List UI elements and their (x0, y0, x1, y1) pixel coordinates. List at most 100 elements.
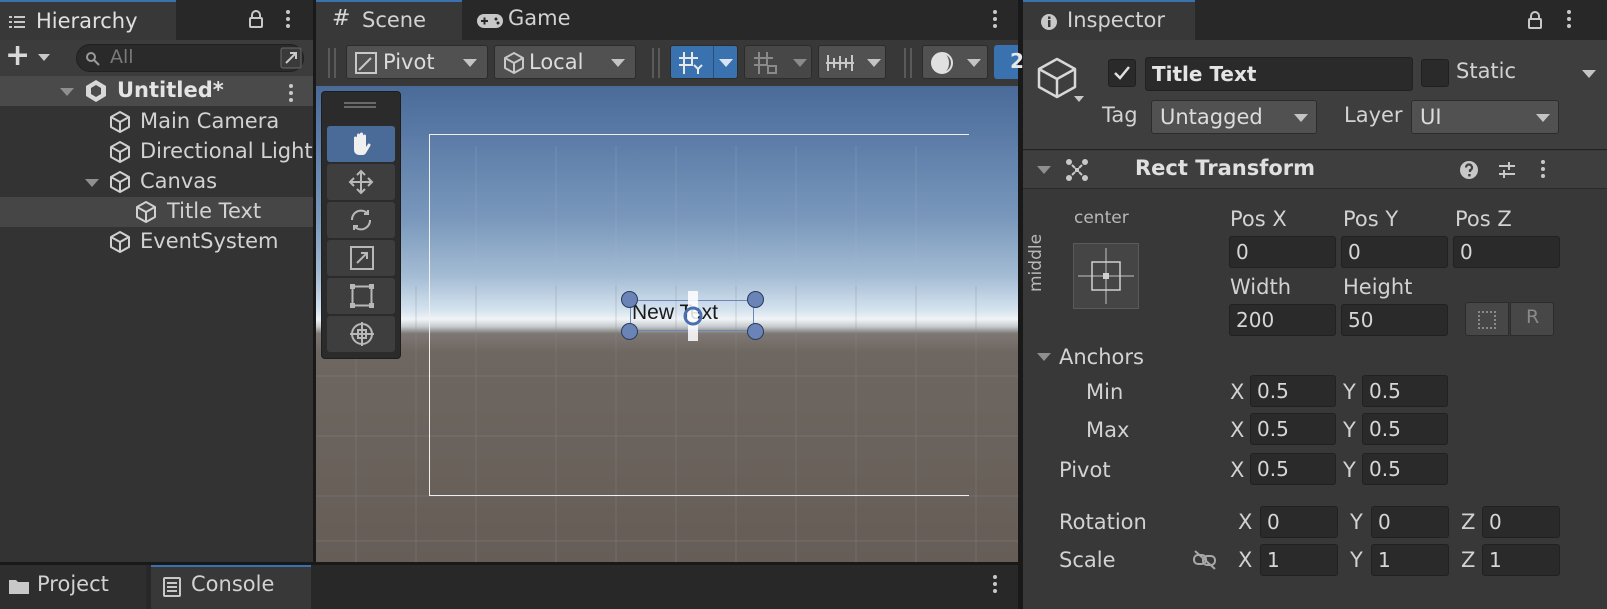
icon-dropdown-arrow-icon[interactable] (1074, 96, 1084, 102)
space-dropdown[interactable]: Local (494, 45, 636, 79)
tab-project[interactable]: Project (0, 565, 146, 609)
pivot-icon (355, 52, 377, 74)
transform-tool-button[interactable] (327, 316, 395, 352)
object-name-input[interactable]: Title Text (1145, 57, 1413, 91)
anchors-foldout-icon[interactable] (1037, 353, 1051, 361)
lock-icon[interactable] (1527, 10, 1543, 30)
chevron-down-icon[interactable] (867, 59, 881, 67)
pivot-handle-icon[interactable] (682, 291, 704, 341)
pos-z-input[interactable]: 0 (1453, 236, 1560, 268)
rect-tool-button[interactable] (327, 278, 395, 314)
ruler-snap-toggle[interactable] (818, 45, 886, 79)
anchor-min-x-input[interactable]: 0.5 (1250, 375, 1336, 407)
hierarchy-menu-icon[interactable] (286, 10, 290, 31)
tab-console[interactable]: Console (151, 565, 311, 609)
component-foldout-icon[interactable] (1037, 166, 1051, 174)
height-input[interactable]: 50 (1341, 304, 1448, 336)
gameobject-icon (108, 230, 132, 254)
blueprint-mode-button[interactable] (1465, 302, 1509, 336)
scene-row[interactable]: Untitled* (0, 76, 313, 106)
pivot-label: Pivot (1059, 458, 1111, 482)
canvas-foldout-icon[interactable] (85, 179, 99, 187)
rotation-x-value: 0 (1267, 510, 1280, 534)
hierarchy-item-label: Canvas (140, 169, 218, 193)
constrain-proportions-icon[interactable] (1192, 550, 1218, 570)
hierarchy-tab[interactable]: Hierarchy (0, 0, 176, 40)
chevron-down-icon[interactable] (793, 59, 807, 67)
scale-x-input[interactable]: 1 (1260, 544, 1338, 576)
resize-handle[interactable] (747, 323, 764, 340)
scene-viewport[interactable]: New Text (316, 86, 1018, 562)
rotation-y-input[interactable]: 0 (1371, 506, 1449, 538)
tab-scene[interactable]: # Scene (316, 0, 462, 40)
rotation-z-input[interactable]: 0 (1482, 506, 1560, 538)
pos-x-input[interactable]: 0 (1229, 236, 1336, 268)
add-dropdown-arrow-icon[interactable] (38, 54, 50, 61)
raw-edit-button[interactable]: R (1510, 302, 1554, 336)
layer-label: Layer (1344, 103, 1403, 127)
scale-z-input[interactable]: 1 (1482, 544, 1560, 576)
resize-handle[interactable] (747, 291, 764, 308)
bottom-panel-menu-icon[interactable] (993, 575, 997, 596)
scene-menu-icon[interactable] (289, 84, 293, 105)
palette-grip-icon[interactable] (344, 102, 376, 108)
gameobject-large-icon (1035, 56, 1079, 100)
hand-icon (349, 131, 373, 157)
space-dropdown-label: Local (529, 50, 584, 74)
scene-panel-menu-icon[interactable] (993, 10, 997, 31)
add-object-button[interactable]: + (5, 38, 30, 73)
width-value: 200 (1236, 308, 1275, 332)
hierarchy-item-main-camera[interactable]: Main Camera (0, 107, 313, 137)
pivot-dropdown[interactable]: Pivot (346, 45, 488, 79)
scale-tool-button[interactable] (327, 240, 395, 276)
static-dropdown-arrow-icon[interactable] (1582, 70, 1596, 78)
tab-game[interactable]: Game (464, 0, 604, 40)
pivot-dropdown-label: Pivot (383, 50, 435, 74)
static-checkbox[interactable] (1421, 59, 1449, 87)
anchor-min-y-input[interactable]: 0.5 (1362, 375, 1448, 407)
resize-handle[interactable] (621, 323, 638, 340)
scale-z-value: 1 (1489, 548, 1502, 572)
chevron-down-icon[interactable] (719, 59, 733, 67)
tab-project-label: Project (37, 572, 109, 596)
presets-icon[interactable] (1497, 160, 1517, 180)
inspector-tab[interactable]: Inspector (1023, 0, 1195, 40)
hierarchy-item-directional-light[interactable]: Directional Light (0, 137, 313, 167)
scene-foldout-icon[interactable] (60, 88, 74, 96)
help-icon[interactable] (1459, 160, 1479, 180)
draw-mode-dropdown[interactable] (922, 45, 988, 79)
rotation-x-input[interactable]: 0 (1260, 506, 1338, 538)
inspector-menu-icon[interactable] (1567, 10, 1571, 31)
hand-tool-button[interactable] (327, 126, 395, 162)
search-input[interactable]: All (76, 44, 304, 72)
anchor-min-label: Min (1086, 380, 1124, 404)
hierarchy-item-eventsystem[interactable]: EventSystem (0, 227, 313, 257)
anchor-preset-button[interactable] (1073, 243, 1139, 309)
move-tool-button[interactable] (327, 164, 395, 200)
height-label: Height (1343, 275, 1413, 299)
tag-dropdown[interactable]: Untagged (1151, 100, 1317, 134)
pos-y-input[interactable]: 0 (1341, 236, 1448, 268)
pivot-x-input[interactable]: 0.5 (1250, 453, 1336, 485)
resize-handle[interactable] (621, 291, 638, 308)
anchor-max-x-input[interactable]: 0.5 (1250, 413, 1336, 445)
component-menu-icon[interactable] (1541, 160, 1545, 181)
increment-snap-toggle[interactable] (744, 45, 812, 79)
rotate-tool-button[interactable] (327, 202, 395, 238)
pos-x-label: Pos X (1230, 207, 1287, 231)
hierarchy-item-canvas[interactable]: Canvas (0, 167, 313, 197)
rect-transform-header[interactable]: Rect Transform (1023, 151, 1607, 189)
pivot-y-input[interactable]: 0.5 (1362, 453, 1448, 485)
expand-search-icon[interactable] (280, 47, 302, 69)
layer-dropdown[interactable]: UI (1411, 100, 1559, 134)
hierarchy-item-title-text[interactable]: Title Text (0, 197, 313, 227)
2d-mode-button[interactable]: 2 (994, 45, 1024, 79)
anchor-preset-icon (1078, 248, 1134, 304)
active-checkbox[interactable] (1108, 59, 1136, 87)
new-text-object[interactable]: New Text (632, 301, 718, 325)
anchor-max-y-input[interactable]: 0.5 (1362, 413, 1448, 445)
width-input[interactable]: 200 (1229, 304, 1336, 336)
grid-snap-toggle[interactable] (670, 45, 738, 79)
scale-y-input[interactable]: 1 (1371, 544, 1449, 576)
lock-icon[interactable] (248, 9, 264, 29)
